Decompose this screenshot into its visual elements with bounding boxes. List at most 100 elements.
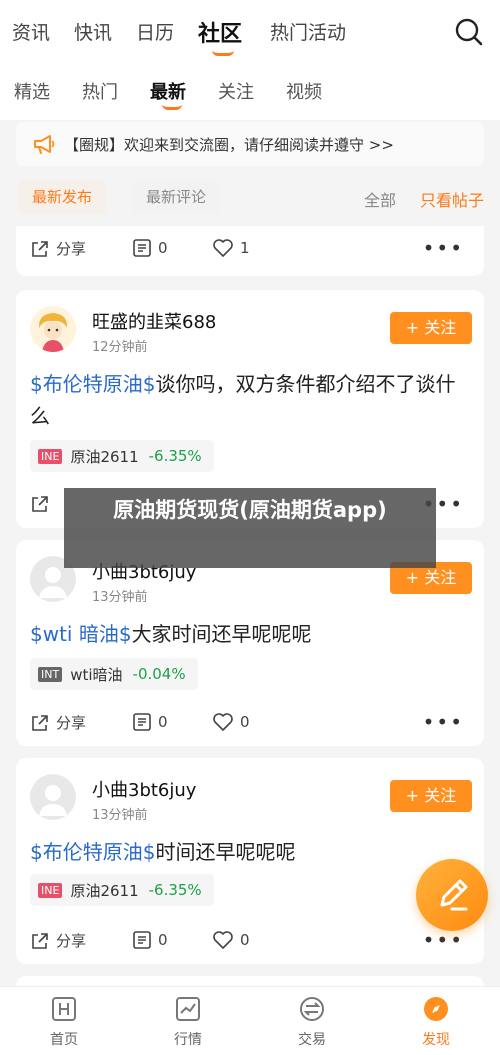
topic-tag[interactable]: $布伦特原油$	[30, 840, 155, 864]
more-icon[interactable]: •••	[423, 236, 464, 260]
chart-icon	[176, 997, 200, 1021]
share-icon	[32, 714, 48, 731]
like-count: 1	[240, 239, 250, 257]
subtab-latest[interactable]: 最新	[150, 78, 186, 104]
tab-news[interactable]: 资讯	[12, 18, 50, 45]
overlay-title: 原油期货现货(原油期货app)	[113, 498, 387, 522]
post-card[interactable]: 小曲3bt6juy 13分钟前 + 关注 $wti 暗油$大家时间还早呢呢呢 I…	[16, 540, 484, 746]
quote-chip[interactable]: INE 原油2611 -6.35%	[30, 874, 214, 906]
comment-count: 0	[158, 239, 168, 257]
nav-discover[interactable]: 发现	[396, 995, 476, 1049]
topic-tag[interactable]: $布伦特原油$	[30, 372, 155, 396]
subtab-video[interactable]: 视频	[286, 78, 322, 104]
filter-all[interactable]: 全部	[364, 187, 396, 211]
tab-community[interactable]: 社区	[198, 16, 242, 48]
comment-icon	[133, 713, 151, 731]
nav-trade-label: 交易	[298, 1032, 326, 1048]
like-button[interactable]: 0	[212, 712, 250, 732]
subtab-following[interactable]: 关注	[218, 78, 254, 104]
nav-discover-label: 发现	[422, 1032, 450, 1048]
nav-market-label: 行情	[174, 1032, 202, 1048]
comment-count: 0	[158, 931, 168, 949]
quote-change: -6.35%	[148, 881, 202, 899]
home-icon	[52, 997, 76, 1021]
like-count: 0	[240, 713, 250, 731]
active-subtab-indicator	[162, 104, 182, 110]
post-time: 13分钟前	[92, 808, 148, 823]
like-button[interactable]: 0	[212, 930, 250, 950]
share-button[interactable]	[30, 494, 56, 514]
bottom-nav: 首页 行情 交易 发现	[0, 986, 500, 1055]
comment-button[interactable]: 0	[132, 930, 168, 950]
quote-chip[interactable]: INT wti暗油 -0.04%	[30, 658, 198, 690]
megaphone-icon	[34, 135, 55, 154]
comment-icon	[133, 931, 151, 949]
nav-home[interactable]: 首页	[24, 995, 104, 1049]
nav-trade[interactable]: 交易	[272, 995, 352, 1049]
heart-icon	[213, 931, 233, 949]
share-icon	[32, 240, 48, 257]
comment-button[interactable]: 0	[132, 712, 168, 732]
post-text: 大家时间还早呢呢呢	[131, 622, 312, 646]
pencil-icon	[440, 879, 468, 911]
filter-latest-comment[interactable]: 最新评论	[132, 180, 221, 214]
heart-icon	[213, 713, 233, 731]
post-content[interactable]: $布伦特原油$谈你吗，双方条件都介绍不了谈什么	[30, 368, 470, 432]
comment-count: 0	[158, 713, 168, 731]
username[interactable]: 小曲3bt6juy	[92, 776, 196, 802]
like-count: 0	[240, 931, 250, 949]
share-button[interactable]: 分享	[30, 238, 86, 259]
subtab-featured[interactable]: 精选	[14, 78, 50, 104]
tab-calendar[interactable]: 日历	[136, 18, 174, 45]
post-content[interactable]: $wti 暗油$大家时间还早呢呢呢	[30, 618, 470, 650]
post-content[interactable]: $布伦特原油$时间还早呢呢呢	[30, 836, 470, 868]
share-button[interactable]: 分享	[30, 930, 86, 951]
exchange-badge: INE	[38, 448, 63, 464]
quote-chip[interactable]: INE 原油2611 -6.35%	[30, 440, 214, 472]
quote-change: -0.04%	[132, 665, 186, 683]
post-card[interactable]: 分享 0 1 •••	[16, 226, 484, 276]
comment-button[interactable]: 0	[132, 238, 168, 258]
notice-bar[interactable]: 【圈规】欢迎来到交流圈，请仔细阅读并遵守 >>	[16, 122, 484, 166]
share-label: 分享	[56, 932, 87, 950]
post-card[interactable]: 小曲3bt6juy 13分钟前 + 关注 $布伦特原油$时间还早呢呢呢 INE …	[16, 758, 484, 964]
sub-nav: 精选 热门 最新 关注 视频	[0, 64, 500, 120]
filter-bar: 最新发布 最新评论 全部 只看帖子	[0, 172, 500, 224]
username[interactable]: 旺盛的韭菜688	[92, 308, 216, 334]
top-nav: 资讯 快讯 日历 社区 热门活动	[0, 0, 500, 64]
heart-icon	[213, 239, 233, 257]
follow-button[interactable]: + 关注	[390, 312, 472, 344]
tab-hot-events[interactable]: 热门活动	[270, 18, 346, 45]
post-time: 12分钟前	[92, 340, 148, 355]
share-icon	[32, 932, 48, 949]
post-actions: 分享 0 0 •••	[16, 704, 484, 744]
comment-icon	[133, 239, 151, 257]
like-button[interactable]: 1	[212, 238, 250, 258]
follow-button[interactable]: + 关注	[390, 780, 472, 812]
avatar[interactable]	[30, 774, 76, 820]
nav-market[interactable]: 行情	[148, 995, 228, 1049]
exchange-icon	[300, 997, 324, 1021]
post-text: 时间还早呢呢呢	[155, 840, 296, 864]
topic-tag[interactable]: $wti 暗油$	[30, 622, 132, 646]
tab-flash[interactable]: 快讯	[74, 18, 112, 45]
compose-button[interactable]	[416, 859, 488, 931]
post-actions: 分享 0 1 •••	[16, 230, 484, 270]
nav-home-label: 首页	[50, 1032, 78, 1048]
quote-name: 原油2611	[70, 881, 139, 900]
post-actions: 分享 0 0 •••	[16, 922, 484, 962]
share-label: 分享	[56, 240, 87, 258]
subtab-hot[interactable]: 热门	[82, 78, 118, 104]
exchange-badge: INT	[38, 666, 63, 682]
search-icon[interactable]	[454, 17, 484, 47]
active-tab-indicator	[212, 50, 234, 56]
title-overlay: 原油期货现货(原油期货app)	[64, 488, 436, 568]
share-label: 分享	[56, 714, 87, 732]
filter-only-posts[interactable]: 只看帖子	[420, 187, 484, 211]
filter-latest-post[interactable]: 最新发布	[18, 180, 107, 214]
share-button[interactable]: 分享	[30, 712, 86, 733]
avatar[interactable]	[30, 306, 76, 352]
post-time: 13分钟前	[92, 590, 148, 605]
more-icon[interactable]: •••	[423, 710, 464, 734]
more-icon[interactable]: •••	[423, 928, 464, 952]
